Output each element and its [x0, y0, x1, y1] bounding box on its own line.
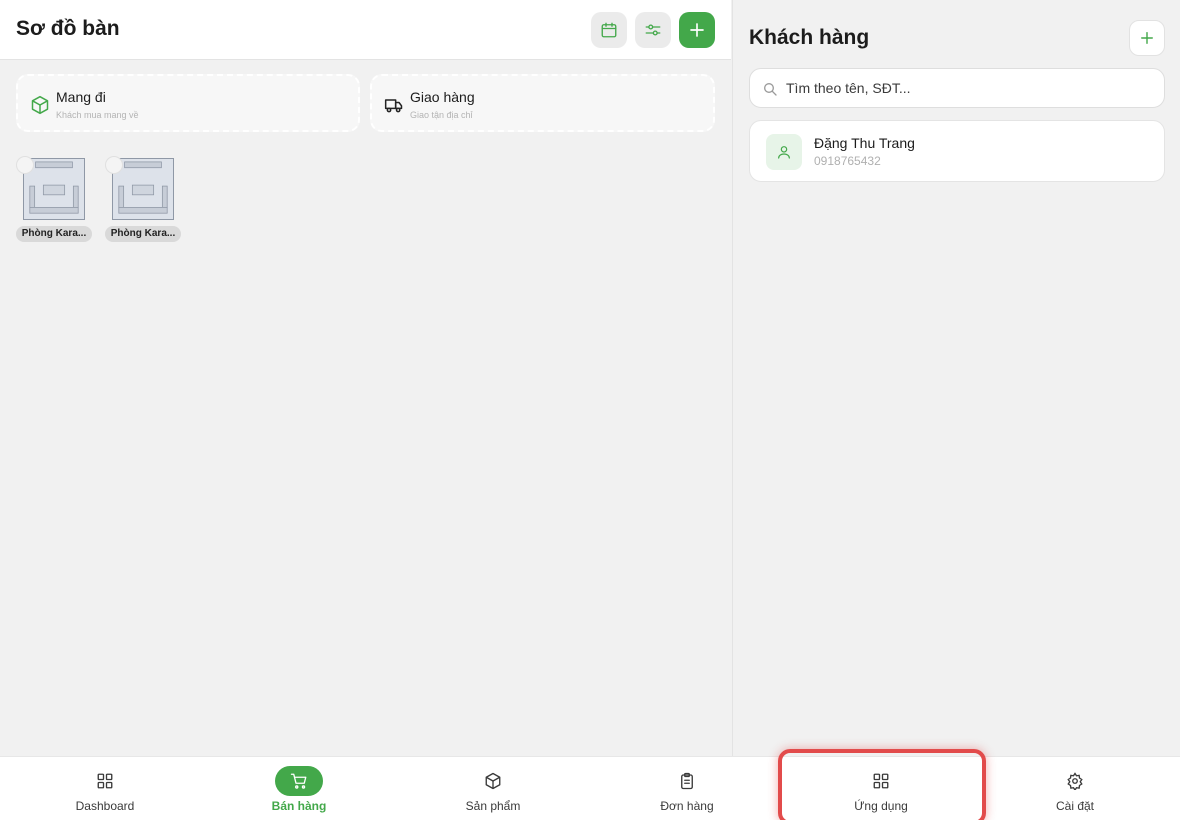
customer-search: [749, 68, 1165, 108]
calendar-button[interactable]: [591, 12, 627, 48]
nav-icon-wrap: [663, 766, 711, 796]
table-map-pane: Sơ đồ bàn Mang đi Khách mua mang về Giao…: [0, 0, 731, 756]
box-icon: [485, 772, 501, 790]
sliders-icon: [645, 24, 661, 36]
nav-sales[interactable]: Bán hàng: [202, 757, 396, 820]
nav-settings[interactable]: Cài đặt: [978, 757, 1172, 820]
status-dot: [105, 156, 123, 174]
search-icon: [764, 83, 777, 96]
nav-dashboard[interactable]: Dashboard: [8, 757, 202, 820]
nav-products[interactable]: Sản phẩm: [396, 757, 590, 820]
nav-orders[interactable]: Đơn hàng: [590, 757, 784, 820]
delivery-card[interactable]: Giao hàng Giao tận địa chỉ: [370, 74, 715, 132]
table-label: Phòng Kara...: [16, 226, 92, 242]
customer-list-item[interactable]: Đặng Thu Trang 0918765432: [749, 120, 1165, 182]
customers-pane: Khách hàng Đặng Thu Trang 0918765432: [732, 0, 1180, 756]
nav-label: Đơn hàng: [660, 799, 714, 813]
table-card[interactable]: Phòng Kara...: [16, 156, 92, 242]
nav-icon-wrap: [857, 766, 905, 796]
delivery-title: Giao hàng: [410, 89, 475, 105]
truck-icon: [384, 99, 403, 113]
page-title: Sơ đồ bàn: [16, 17, 120, 40]
filter-button[interactable]: [635, 12, 671, 48]
cart-icon: [290, 773, 307, 789]
plus-icon: [1141, 32, 1153, 44]
customer-search-input[interactable]: [786, 69, 1156, 107]
nav-label: Bán hàng: [271, 799, 327, 813]
add-table-button[interactable]: [679, 12, 715, 48]
nav-label: Cài đặt: [1055, 799, 1095, 813]
package-icon: [31, 95, 49, 115]
customer-name: Đặng Thu Trang: [814, 135, 915, 151]
apps-icon: [873, 773, 889, 789]
gear-icon: [1067, 772, 1083, 790]
takeaway-card[interactable]: Mang đi Khách mua mang về: [16, 74, 360, 132]
nav-label: Dashboard: [75, 799, 135, 813]
nav-apps[interactable]: Ứng dụng: [784, 757, 978, 820]
nav-icon-wrap: [275, 766, 323, 796]
nav-icon-wrap: [1051, 766, 1099, 796]
table-map-header: Sơ đồ bàn: [0, 0, 731, 60]
table-label: Phòng Kara...: [105, 226, 181, 242]
avatar: [766, 134, 802, 170]
add-customer-button[interactable]: [1129, 20, 1165, 56]
user-icon: [778, 146, 790, 159]
table-card[interactable]: Phòng Kara...: [105, 156, 181, 242]
nav-label: Sản phẩm: [465, 799, 521, 813]
takeaway-subtitle: Khách mua mang về: [56, 110, 139, 120]
status-dot: [16, 156, 34, 174]
bottom-nav: Dashboard Bán hàng Sản phẩm Đơn hàng Ứng…: [0, 756, 1180, 820]
plus-icon: [690, 23, 704, 37]
delivery-subtitle: Giao tận địa chỉ: [410, 110, 473, 120]
grid-icon: [97, 773, 113, 789]
clipboard-icon: [681, 772, 693, 790]
takeaway-title: Mang đi: [56, 89, 106, 105]
customer-phone: 0918765432: [814, 154, 881, 168]
nav-icon-wrap: [81, 766, 129, 796]
customers-title: Khách hàng: [749, 26, 870, 49]
nav-label: Ứng dụng: [854, 799, 908, 813]
nav-icon-wrap: [469, 766, 517, 796]
calendar-icon: [601, 22, 617, 38]
